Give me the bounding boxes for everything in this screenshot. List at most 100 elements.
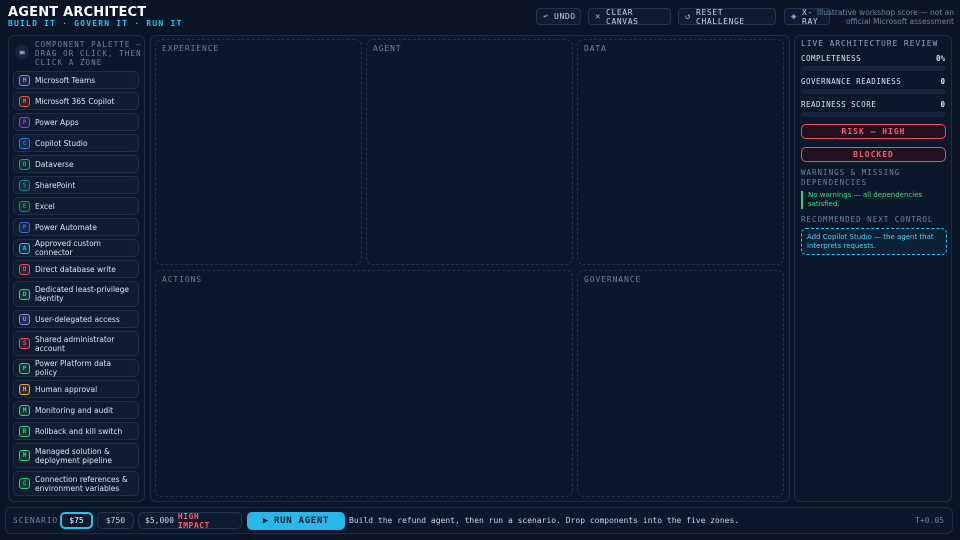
governance-readiness-value: 0 [940,77,945,86]
zone-governance[interactable]: GOVERNANCE [577,270,784,497]
palette-item-label: Connection references & environment vari… [35,474,128,493]
scenario-label: SCENARIO [13,516,58,525]
zone-experience[interactable]: EXPERIENCE [155,39,362,265]
zone-experience-label: EXPERIENCE [162,44,220,53]
palette-item[interactable]: M Microsoft 365 Copilot [13,92,139,110]
component-icon: D [19,288,30,300]
component-icon: A [19,242,30,254]
palette-item-label: Power Apps [35,117,79,127]
play-icon: ▶ [262,516,270,526]
component-icon: U [19,313,30,325]
disclaimer: Illustrative workshop score — not an off… [816,8,954,26]
palette-item[interactable]: M Microsoft Teams [13,71,139,89]
palette-item-label: Approved custom connector [35,239,101,257]
governance-readiness-label: GOVERNANCE READINESS [801,77,902,86]
scenario-75-button[interactable]: $75 [60,512,93,529]
palette-item[interactable]: H Human approval [13,380,139,398]
component-icon: M [19,95,30,107]
palette-item[interactable]: S SharePoint [13,176,139,194]
zone-data[interactable]: DATA [577,39,784,265]
zone-governance-label: GOVERNANCE [584,275,642,284]
component-icon: D [19,158,30,170]
palette-item[interactable]: M Managed solution & deployment pipeline [13,443,139,468]
palette-item[interactable]: D Dedicated least-privilege identity [13,281,139,307]
next-control-title: RECOMMENDED NEXT CONTROL [801,215,934,224]
readiness-score-value: 0 [940,100,945,109]
palette-item[interactable]: A Approved custom connector [13,239,139,257]
palette-item[interactable]: R Rollback and kill switch [13,422,139,440]
review-title: LIVE ARCHITECTURE REVIEW [801,39,939,48]
palette-item[interactable]: M Monitoring and audit [13,401,139,419]
palette-item[interactable]: E Excel [13,197,139,215]
architecture-review-panel: LIVE ARCHITECTURE REVIEW COMPLETENESS 0%… [794,35,952,502]
palette-item[interactable]: D Direct database write [13,260,139,278]
palette-item[interactable]: S Shared administrator account [13,331,139,356]
palette-item[interactable]: C Connection references & environment var… [13,471,139,496]
component-icon: M [19,404,30,416]
clear-canvas-button[interactable]: ✕ CLEAR CANVAS [588,7,671,26]
readiness-score-label: READINESS SCORE [801,100,877,109]
undo-icon: ↶ [543,11,550,22]
palette-item-label: Excel [35,201,55,211]
palette-item-label: SharePoint [35,180,76,190]
palette-item-label: User-delegated access [35,314,120,324]
palette-item-label: Monitoring and audit [35,405,114,415]
scenario-750-button[interactable]: $750 [97,512,134,529]
palette-item[interactable]: P Power Platform data policy [13,359,139,377]
component-icon: P [19,116,30,128]
hint-text: Build the refund agent, then run a scena… [349,516,740,525]
component-icon: D [19,263,30,275]
component-icon: H [19,383,30,395]
zone-agent[interactable]: AGENT [366,39,573,265]
undo-label: UNDO [554,12,576,21]
scenario-5000-button[interactable]: $5,000 HIGH IMPACT [138,512,242,530]
blocked-badge: BLOCKED [801,147,946,162]
palette-item[interactable]: D Dataverse [13,155,139,173]
scenario-75-label: $75 [69,516,84,525]
menu-icon: ≡ [15,45,29,59]
component-icon: M [19,450,30,461]
palette-item[interactable]: C Copilot Studio [13,134,139,152]
palette-item-label: Dataverse [35,159,74,169]
zone-actions[interactable]: ACTIONS [155,270,573,497]
app-title: AGENT ARCHITECT [8,5,147,20]
component-icon: S [19,338,30,349]
palette-item[interactable]: U User-delegated access [13,310,139,328]
reset-challenge-button[interactable]: ↺ RESET CHALLENGE [678,7,776,26]
palette-item-label: Shared administrator account [35,334,115,353]
reset-challenge-label: RESET CHALLENGE [696,7,745,26]
palette-item[interactable]: P Power Automate [13,218,139,236]
run-agent-label: RUN AGENT [274,516,330,526]
readiness-score-bar [801,112,946,117]
palette-item-label: Rollback and kill switch [35,426,123,436]
completeness-bar [801,66,946,71]
palette-item[interactable]: P Power Apps [13,113,139,131]
undo-button[interactable]: ↶ UNDO [536,8,581,25]
app-header: AGENT ARCHITECT BUILD IT · GOVERN IT · R… [0,0,960,34]
palette-item-label: Dedicated least-privilege identity [35,285,130,303]
scenario-bar: SCENARIO $75 $750 $5,000 HIGH IMPACT ▶ R… [5,507,953,534]
palette-item-label: Direct database write [35,264,116,274]
risk-badge: RISK — HIGH [801,124,946,139]
component-icon: M [19,74,30,86]
completeness-label: COMPLETENESS [801,54,862,63]
component-icon: P [19,362,30,374]
palette-item-label: Microsoft Teams [35,75,96,85]
next-control-suggestion[interactable]: Add Copilot Studio — the agent that inte… [801,228,947,255]
governance-readiness-bar [801,89,946,94]
zone-actions-label: ACTIONS [162,275,203,284]
warnings-title: WARNINGS & MISSING DEPENDENCIES [801,168,901,187]
run-agent-button[interactable]: ▶ RUN AGENT [247,512,345,530]
timer: T+0.05 [915,516,944,525]
completeness-value: 0% [935,54,945,63]
app-tagline: BUILD IT · GOVERN IT · RUN IT [8,19,183,28]
palette-item-label: Microsoft 365 Copilot [35,96,115,106]
reset-icon: ↺ [685,11,692,22]
palette-item-label: Power Automate [35,222,97,232]
component-icon: C [19,137,30,149]
clear-canvas-label: CLEAR CANVAS [606,7,639,26]
warnings-message: No warnings — all dependencies satisfied… [801,191,944,209]
zone-data-label: DATA [584,44,607,53]
palette-header: ≡ COMPONENT PALETTE — DRAG OR CLICK, THE… [15,40,143,67]
palette-item-label: Human approval [35,384,98,394]
